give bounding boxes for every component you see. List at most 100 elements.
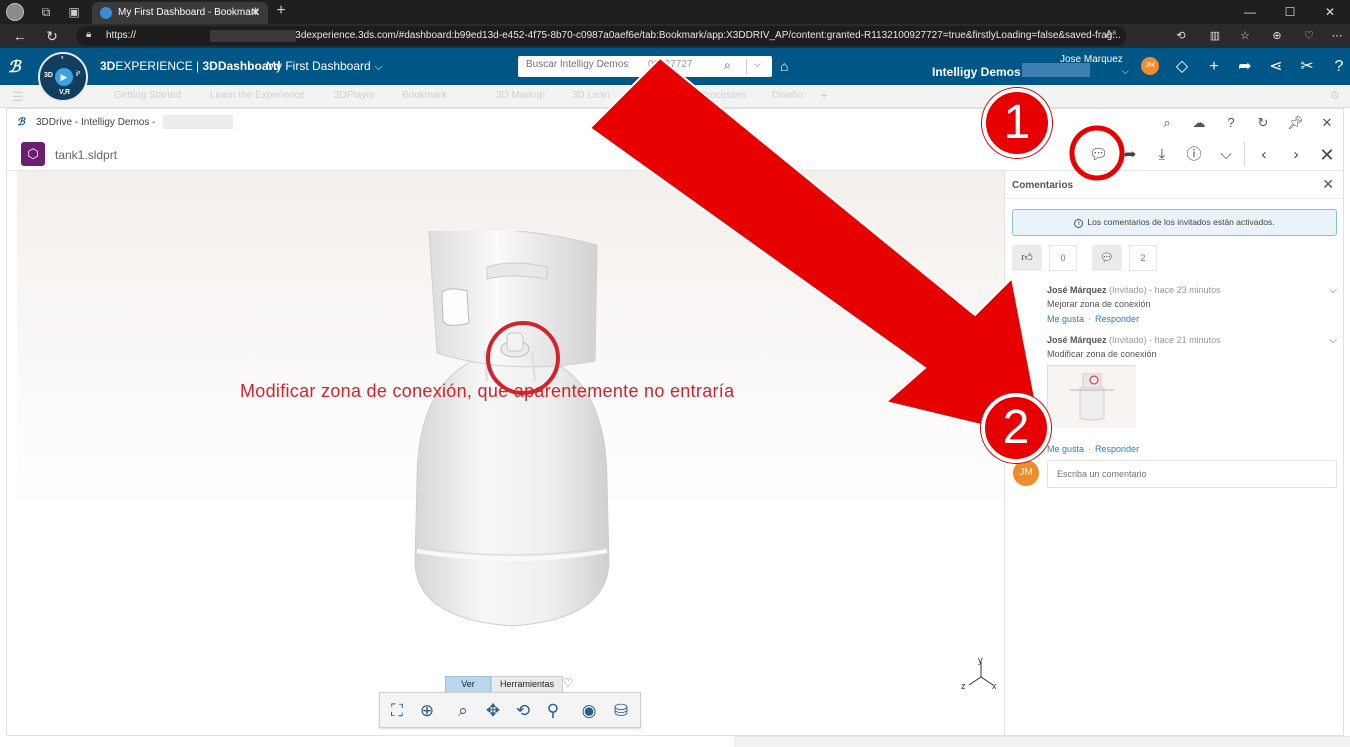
tenant-redaction	[1022, 63, 1090, 77]
part-file-icon: ⬡	[21, 142, 45, 166]
share-icon[interactable]: ➦	[1235, 57, 1255, 77]
dashboard-tabs-row: ☰ Getting Started Learn the Experience 3…	[0, 85, 1350, 108]
share-icon[interactable]: ➦	[1121, 146, 1139, 164]
like-link[interactable]: Me gusta	[1047, 314, 1084, 324]
3ddrive-widget: ℬ 3DDrive - Intelligy Demos - ⌕ ☁ ? ↻ 📌︎…	[6, 108, 1344, 736]
tab-diseno[interactable]: Diseño	[772, 90, 803, 101]
tab-herramientas[interactable]: Herramientas	[491, 676, 563, 693]
view-toolbar: ⛶ ⊕ ⌕ ✥ ⟲ ⚲ ◉ ⛁	[379, 692, 641, 728]
search-icon[interactable]: ⌕	[1159, 115, 1175, 131]
comment-actions: Me gusta · Responder	[1047, 314, 1140, 324]
tab-bookmark[interactable]: Bookmark	[402, 90, 447, 101]
tenant-name[interactable]: Intelligy Demos -	[932, 65, 1028, 79]
comments-icon[interactable]: 💬︎	[1089, 146, 1108, 164]
help-icon[interactable]: ?	[1223, 115, 1239, 131]
zoom-area-icon[interactable]: ⊕	[414, 698, 440, 724]
maximize-button[interactable]: ☐	[1270, 0, 1310, 24]
back-icon[interactable]: ←	[12, 28, 28, 44]
comment-text: Modificar zona de conexión	[1047, 349, 1157, 359]
comments-header: Comentarios ✕	[1005, 171, 1344, 199]
3d-viewer[interactable]: Modificar zona de conexión, que aparente…	[17, 171, 1005, 735]
split-screen-icon[interactable]: ▥	[1208, 29, 1222, 43]
refresh-icon[interactable]: ↻	[44, 28, 60, 44]
search-dropdown-icon[interactable]: ⌵	[754, 59, 761, 70]
reply-link[interactable]: Responder	[1095, 444, 1139, 454]
tabs-settings-icon[interactable]: ⚙	[1330, 89, 1340, 102]
tab-3d-markup[interactable]: 3D Markup	[496, 90, 545, 101]
search-icon[interactable]: ⌕	[724, 58, 731, 73]
title-redaction	[163, 115, 233, 129]
close-viewer-icon[interactable]: ✕	[1318, 146, 1336, 164]
more-chevron-icon[interactable]: ⌵	[1217, 146, 1235, 164]
extension-icon[interactable]: ⟲	[1174, 29, 1188, 43]
performance-icon[interactable]: ♡	[1302, 29, 1316, 43]
tab-learn-experience[interactable]: Learn the Experience	[210, 90, 305, 101]
address-bar-row: ← ↻ 🔒︎ https://usw1-ifwe.3dexperience.3d…	[0, 24, 1350, 48]
close-comments-icon[interactable]: ✕	[1322, 176, 1334, 193]
close-tab-icon[interactable]: ✕	[250, 5, 260, 19]
dashboard-title[interactable]: My First Dashboard ⌵	[266, 59, 382, 73]
compass-quadrant-i: i²	[76, 71, 81, 78]
comment-menu-chevron-icon[interactable]: ⌵	[1329, 285, 1337, 296]
workspaces-icon[interactable]: ⧉	[38, 4, 54, 20]
tab-getting-started[interactable]: Getting Started	[114, 90, 181, 101]
help-icon[interactable]: ?	[1329, 57, 1349, 77]
tag-icon[interactable]: ⌂	[780, 58, 788, 74]
url-field[interactable]: 🔒︎ https://usw1-ifwe.3dexperience.3ds.co…	[76, 26, 1126, 46]
toolbar-divider	[1244, 142, 1245, 166]
ds-logo-icon: ℬ	[8, 59, 21, 76]
user-menu-chevron-icon[interactable]: ⌵	[1122, 66, 1129, 77]
notifications-tag-icon[interactable]: ◇	[1172, 57, 1192, 77]
tab-actions-icon[interactable]: ▣	[66, 4, 82, 20]
rotate-icon[interactable]: ⟲	[510, 698, 536, 724]
cloud-icon[interactable]: ☁	[1191, 115, 1207, 131]
collapse-toolbar-icon[interactable]: ♡	[563, 676, 574, 690]
comments-count: 2	[1129, 245, 1157, 271]
user-avatar[interactable]: JM	[1141, 57, 1159, 75]
new-comment-input[interactable]	[1047, 460, 1337, 488]
close-window-button[interactable]: ✕	[1310, 0, 1350, 24]
refresh-icon[interactable]: ↻	[1255, 115, 1271, 131]
network-icon[interactable]: ⋖	[1266, 57, 1286, 77]
tab-3dplayer[interactable]: 3DPlayer	[334, 90, 375, 101]
close-icon[interactable]: ✕	[1319, 115, 1335, 131]
compass-icon[interactable]: 3D i² ³ V,R ▶	[38, 52, 88, 102]
info-icon: i	[1074, 219, 1084, 228]
tab-ver[interactable]: Ver	[445, 676, 491, 693]
render-style-icon[interactable]: ⛁	[608, 698, 634, 724]
chevron-down-icon: ⌵	[374, 62, 383, 73]
tab-processes[interactable]: Processes	[700, 90, 747, 101]
zoom-in-out-icon[interactable]: ⚲	[540, 698, 566, 724]
comments-title: Comentarios	[1012, 180, 1074, 191]
download-icon[interactable]: ⤓	[1153, 146, 1171, 164]
browser-tab-active[interactable]: My First Dashboard - Bookmark ✕	[92, 2, 268, 24]
tab-3d-lean[interactable]: 3D Lean	[572, 90, 610, 101]
previous-icon[interactable]: ‹	[1255, 146, 1273, 164]
read-aloud-icon[interactable]: Aᵃ	[1106, 29, 1116, 40]
favorites-icon[interactable]: ☆	[1238, 29, 1252, 43]
tools-icon[interactable]: ✂	[1297, 57, 1317, 77]
user-name[interactable]: Jose Marquez	[1060, 54, 1123, 65]
collections-icon[interactable]: ⊕	[1270, 29, 1284, 43]
add-tab-icon[interactable]: +	[820, 87, 828, 103]
profile-avatar[interactable]	[6, 3, 24, 21]
like-link[interactable]: Me gusta	[1047, 444, 1084, 454]
fit-all-icon[interactable]: ⛶	[384, 698, 410, 724]
info-icon[interactable]: ⓘ	[1185, 146, 1203, 164]
lock-icon: 🔒︎	[86, 29, 92, 40]
view-mode-icon[interactable]: ◉	[576, 698, 602, 724]
comment-text: Mejorar zona de conexión	[1047, 299, 1151, 309]
new-tab-button[interactable]: +	[272, 2, 290, 20]
reply-link[interactable]: Responder	[1095, 314, 1139, 324]
next-icon[interactable]: ›	[1287, 146, 1305, 164]
zoom-icon[interactable]: ⌕	[450, 698, 476, 724]
pin-icon[interactable]: 📌︎	[1287, 115, 1304, 131]
menu-icon[interactable]: ☰	[12, 89, 24, 105]
more-menu-icon[interactable]: ⋯	[1330, 29, 1344, 43]
add-icon[interactable]: +	[1204, 57, 1224, 77]
pan-icon[interactable]: ✥	[480, 698, 506, 724]
comment-menu-chevron-icon[interactable]: ⌵	[1329, 335, 1337, 346]
comment-image-thumbnail[interactable]	[1047, 365, 1136, 428]
search-extra-text: 00927727	[648, 59, 693, 70]
minimize-button[interactable]: —	[1230, 0, 1270, 24]
